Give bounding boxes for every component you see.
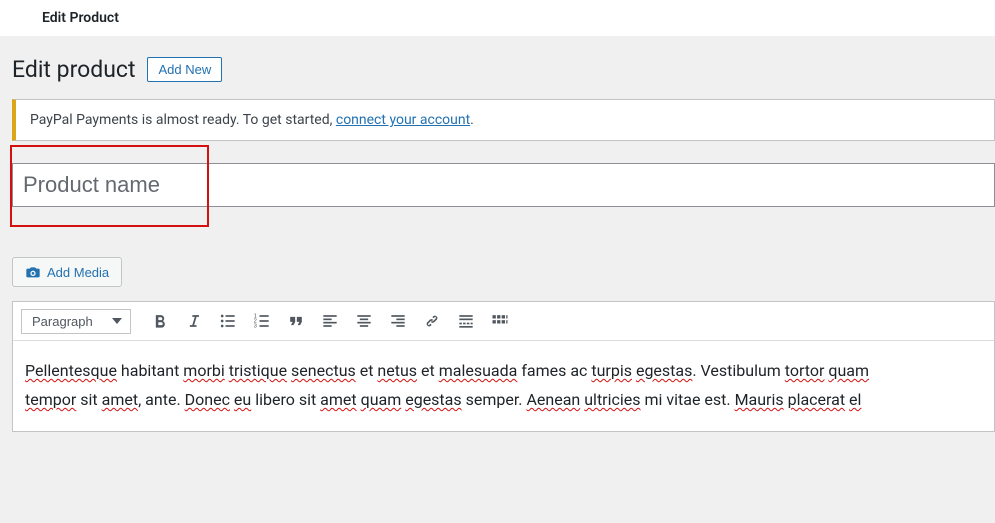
svg-text:3: 3 xyxy=(254,324,257,330)
italic-button[interactable] xyxy=(179,306,209,336)
editor-box: Paragraph 123 Pellentesque habitant morb… xyxy=(12,301,995,432)
toolbar-toggle-button[interactable] xyxy=(485,306,515,336)
paypal-notice: PayPal Payments is almost ready. To get … xyxy=(12,99,995,141)
product-title-wrap xyxy=(12,163,995,207)
admin-top-tab: Edit Product xyxy=(0,0,995,36)
editor-content-area[interactable]: Pellentesque habitant morbi tristique se… xyxy=(13,341,994,431)
italic-icon xyxy=(184,311,204,331)
align-center-icon xyxy=(354,311,374,331)
align-right-button[interactable] xyxy=(383,306,413,336)
ul-icon xyxy=(218,311,238,331)
add-new-button[interactable]: Add New xyxy=(147,57,222,82)
link-icon xyxy=(422,311,442,331)
read-more-button[interactable] xyxy=(451,306,481,336)
connect-account-link[interactable]: connect your account xyxy=(336,112,470,128)
quote-icon xyxy=(286,311,306,331)
align-left-button[interactable] xyxy=(315,306,345,336)
ol-button[interactable]: 123 xyxy=(247,306,277,336)
camera-icon xyxy=(25,264,41,280)
page-header: Edit product Add New xyxy=(12,36,995,99)
editor-line: Pellentesque habitant morbi tristique se… xyxy=(25,357,982,386)
ol-icon: 123 xyxy=(252,311,272,331)
format-select[interactable]: Paragraph xyxy=(21,309,131,334)
align-center-button[interactable] xyxy=(349,306,379,336)
blockquote-button[interactable] xyxy=(281,306,311,336)
page-title: Edit product xyxy=(12,56,135,83)
align-left-icon xyxy=(320,311,340,331)
notice-text: PayPal Payments is almost ready. To get … xyxy=(30,112,336,128)
notice-tail: . xyxy=(470,112,474,128)
bold-button[interactable] xyxy=(145,306,175,336)
more-icon xyxy=(456,311,476,331)
align-right-icon xyxy=(388,311,408,331)
editor-line: tempor sit amet, ante. Donec eu libero s… xyxy=(25,386,982,415)
editor-toolbar: Paragraph 123 xyxy=(13,302,994,341)
add-media-label: Add Media xyxy=(47,265,109,280)
add-media-button[interactable]: Add Media xyxy=(12,257,122,287)
bold-icon xyxy=(150,311,170,331)
product-name-input[interactable] xyxy=(12,163,995,207)
toolbar-toggle-icon xyxy=(490,311,510,331)
link-button[interactable] xyxy=(417,306,447,336)
ul-button[interactable] xyxy=(213,306,243,336)
